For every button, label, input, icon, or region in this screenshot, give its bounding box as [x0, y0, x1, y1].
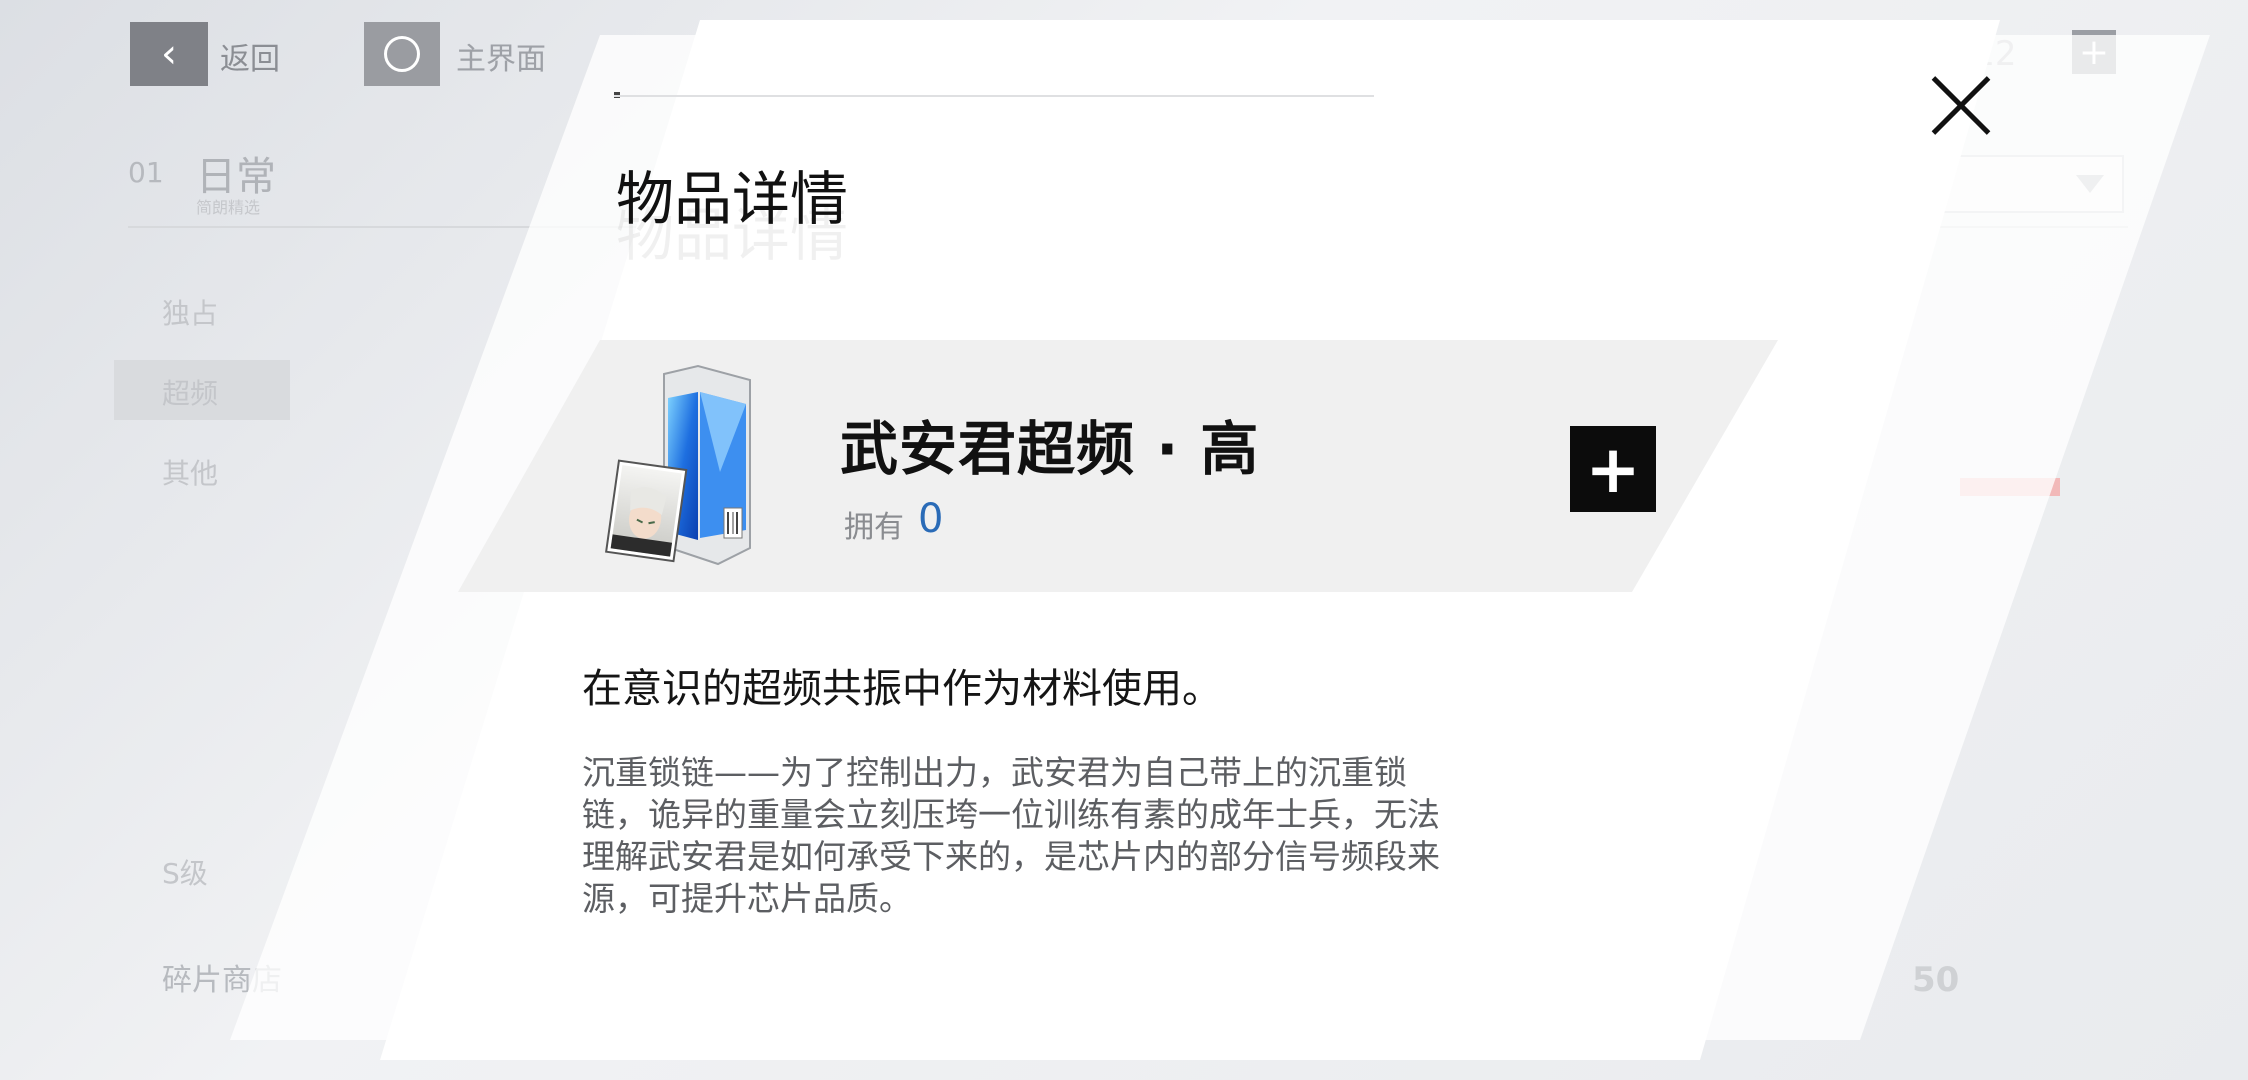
close-button[interactable]	[1926, 70, 1996, 140]
owned-label: 拥有	[844, 510, 904, 545]
item-overclock-icon	[605, 364, 751, 566]
item-description: 在意识的超频共振中作为材料使用。	[582, 666, 1222, 712]
item-name: 武安君超频 · 高	[840, 415, 1260, 483]
plus-icon: +	[1585, 430, 1641, 508]
item-lore: 沉重锁链——为了控制出力，武安君为自己带上的沉重锁链，诡异的重量会立刻压垮一位训…	[582, 753, 1440, 918]
title-divider	[614, 95, 1374, 97]
add-item-button[interactable]: +	[1570, 426, 1656, 512]
owned-count: 0	[918, 496, 944, 542]
modal-title: 物品详情	[616, 165, 849, 233]
